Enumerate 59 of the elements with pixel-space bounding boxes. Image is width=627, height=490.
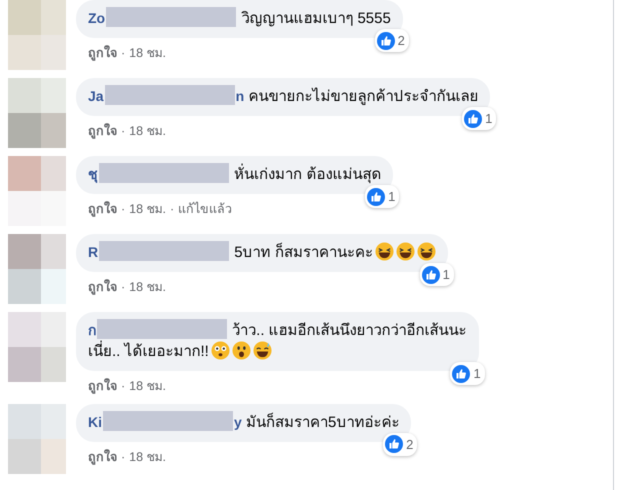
comment-text: คนขายกะไม่ขายลูกค้าประจำกันเลย <box>248 88 478 105</box>
commenter-name[interactable]: Zo <box>88 10 106 26</box>
separator-dot: · <box>121 279 126 296</box>
like-link[interactable]: ถูกใจ <box>88 278 117 297</box>
commenter-name[interactable]: ชุ <box>88 166 98 182</box>
commenter-name[interactable]: R <box>88 244 98 260</box>
separator-dot: · <box>121 448 126 466</box>
comment-text: มันก็สมราคา5บาทอ่ะค่ะ <box>246 414 400 431</box>
timestamp[interactable]: 18 ชม. <box>129 278 166 297</box>
timestamp[interactable]: 18 ชม. <box>129 122 166 141</box>
separator-dot: · <box>121 201 126 218</box>
emoji-icon <box>374 242 394 261</box>
commenter-name[interactable]: n <box>236 88 244 104</box>
like-link[interactable]: ถูกใจ <box>88 448 117 466</box>
like-icon <box>367 188 386 206</box>
commenter-name[interactable]: y <box>234 414 242 430</box>
emoji-icon <box>252 341 272 360</box>
emoji-icon <box>396 242 415 261</box>
commenter-name[interactable]: Ja <box>88 88 104 104</box>
comment-text: เนี่ย.. ได้เยอะมาก!! <box>88 343 209 360</box>
blurred-avatar[interactable] <box>8 78 66 148</box>
like-icon <box>376 32 395 50</box>
reaction-count[interactable]: 1 <box>450 362 485 385</box>
blurred-avatar[interactable] <box>8 156 66 226</box>
separator-dot: · <box>121 378 126 395</box>
commenter-name[interactable]: ก <box>88 322 96 338</box>
reaction-count[interactable]: 1 <box>365 185 400 208</box>
reaction-count[interactable]: 2 <box>383 432 418 456</box>
emoji-icon <box>416 242 436 261</box>
like-icon <box>385 435 404 454</box>
timestamp[interactable]: 18 ชม. <box>129 44 166 63</box>
like-link[interactable]: ถูกใจ <box>88 200 117 219</box>
timestamp[interactable]: 18 ชม. <box>129 448 166 466</box>
like-icon <box>464 110 482 128</box>
comment-text: 5บาท ก็สมราคานะคะ <box>234 244 373 261</box>
emoji-icon <box>210 341 230 360</box>
like-link[interactable]: ถูกใจ <box>88 44 117 63</box>
like-link[interactable]: ถูกใจ <box>88 122 117 141</box>
reaction-count[interactable]: 1 <box>462 107 496 130</box>
like-icon <box>422 266 440 284</box>
blurred-avatar[interactable] <box>8 234 66 304</box>
like-icon <box>452 364 470 382</box>
timestamp[interactable]: 18 ชม. <box>129 377 166 396</box>
like-link[interactable]: ถูกใจ <box>88 377 117 396</box>
timestamp[interactable]: 18 ชม. <box>129 200 166 219</box>
comment-text: วิญญานแฮมเบาๆ 5555 <box>241 10 391 27</box>
blurred-avatar[interactable] <box>8 404 66 474</box>
separator-dot: · <box>170 201 174 218</box>
blurred-avatar[interactable] <box>8 0 66 70</box>
blurred-avatar[interactable] <box>8 312 66 382</box>
separator-dot: · <box>121 123 126 140</box>
separator-dot: · <box>121 45 126 62</box>
reaction-count[interactable]: 2 <box>374 29 409 52</box>
comment-text: หั่นเก่งมาก ต้องแม่นสุด <box>234 166 382 183</box>
reaction-count[interactable]: 1 <box>420 263 454 286</box>
edited-label[interactable]: แก้ไขแล้ว <box>178 200 232 219</box>
emoji-icon <box>232 341 251 360</box>
comment-text: ว้าว.. แฮมอีกเส้นนึงยาวกว่าอีกเส้นนะ <box>232 322 467 339</box>
commenter-name[interactable]: Ki <box>88 414 102 430</box>
